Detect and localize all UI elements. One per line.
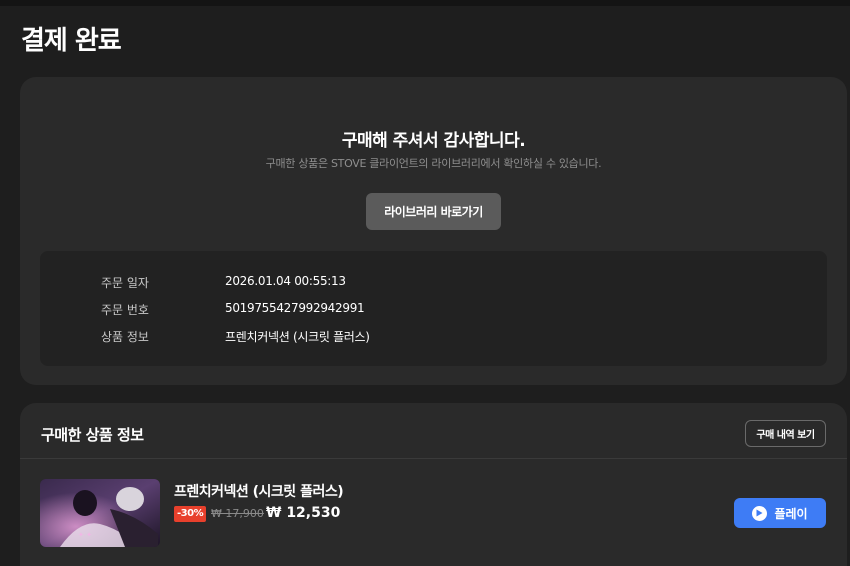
sale-price: ₩ 12,530 bbox=[266, 505, 341, 521]
section-title: 구매한 상품 정보 bbox=[41, 426, 144, 444]
product-info-value: 프렌치커넥션 (시크릿 플러스) bbox=[225, 330, 370, 344]
game-thumbnail-image[interactable]: ✦ ✦ bbox=[40, 479, 160, 547]
order-date-value: 2026.01.04 00:55:13 bbox=[225, 274, 346, 288]
order-number-label: 주문 번호 bbox=[101, 303, 149, 317]
order-date-row: 주문 일자 2026.01.04 00:55:13 bbox=[40, 274, 827, 292]
divider bbox=[20, 458, 847, 459]
library-shortcut-button[interactable]: 라이브러리 바로가기 bbox=[366, 193, 501, 230]
play-triangle bbox=[756, 509, 763, 517]
product-info-row: 상품 정보 프렌치커넥션 (시크릿 플러스) bbox=[40, 328, 827, 346]
page-title: 결제 완료 bbox=[21, 26, 122, 56]
product-name[interactable]: 프렌치커넥션 (시크릿 플러스) bbox=[174, 481, 344, 501]
order-info-box: 주문 일자 2026.01.04 00:55:13 주문 번호 50197554… bbox=[40, 251, 827, 366]
thumbnail-art: ✦ ✦ bbox=[40, 479, 160, 547]
original-price: ₩ 17,900 bbox=[211, 507, 264, 520]
purchase-history-button[interactable]: 구매 내역 보기 bbox=[745, 420, 826, 447]
purchased-products-card: 구매한 상품 정보 구매 내역 보기 ✦ ✦ 프렌치커넥션 (시크릿 플러스) … bbox=[20, 403, 847, 566]
discount-badge: -30% bbox=[174, 506, 207, 522]
order-number-row: 주문 번호 5019755427992942991 bbox=[40, 301, 827, 319]
confirmation-card: 구매해 주셔서 감사합니다. 구매한 상품은 STOVE 클라이언트의 라이브러… bbox=[20, 77, 847, 385]
svg-text:✦ ✦: ✦ ✦ bbox=[78, 531, 92, 539]
product-info-label: 상품 정보 bbox=[101, 330, 149, 344]
order-number-value: 5019755427992942991 bbox=[225, 301, 365, 315]
play-label: 플레이 bbox=[774, 506, 808, 521]
play-icon bbox=[752, 505, 768, 521]
play-button[interactable]: 플레이 bbox=[734, 498, 826, 528]
thanks-heading: 구매해 주셔서 감사합니다. bbox=[341, 131, 526, 151]
library-notice: 구매한 상품은 STOVE 클라이언트의 라이브러리에서 확인하실 수 있습니다… bbox=[265, 157, 602, 170]
top-strip bbox=[0, 0, 850, 6]
order-date-label: 주문 일자 bbox=[101, 276, 149, 290]
